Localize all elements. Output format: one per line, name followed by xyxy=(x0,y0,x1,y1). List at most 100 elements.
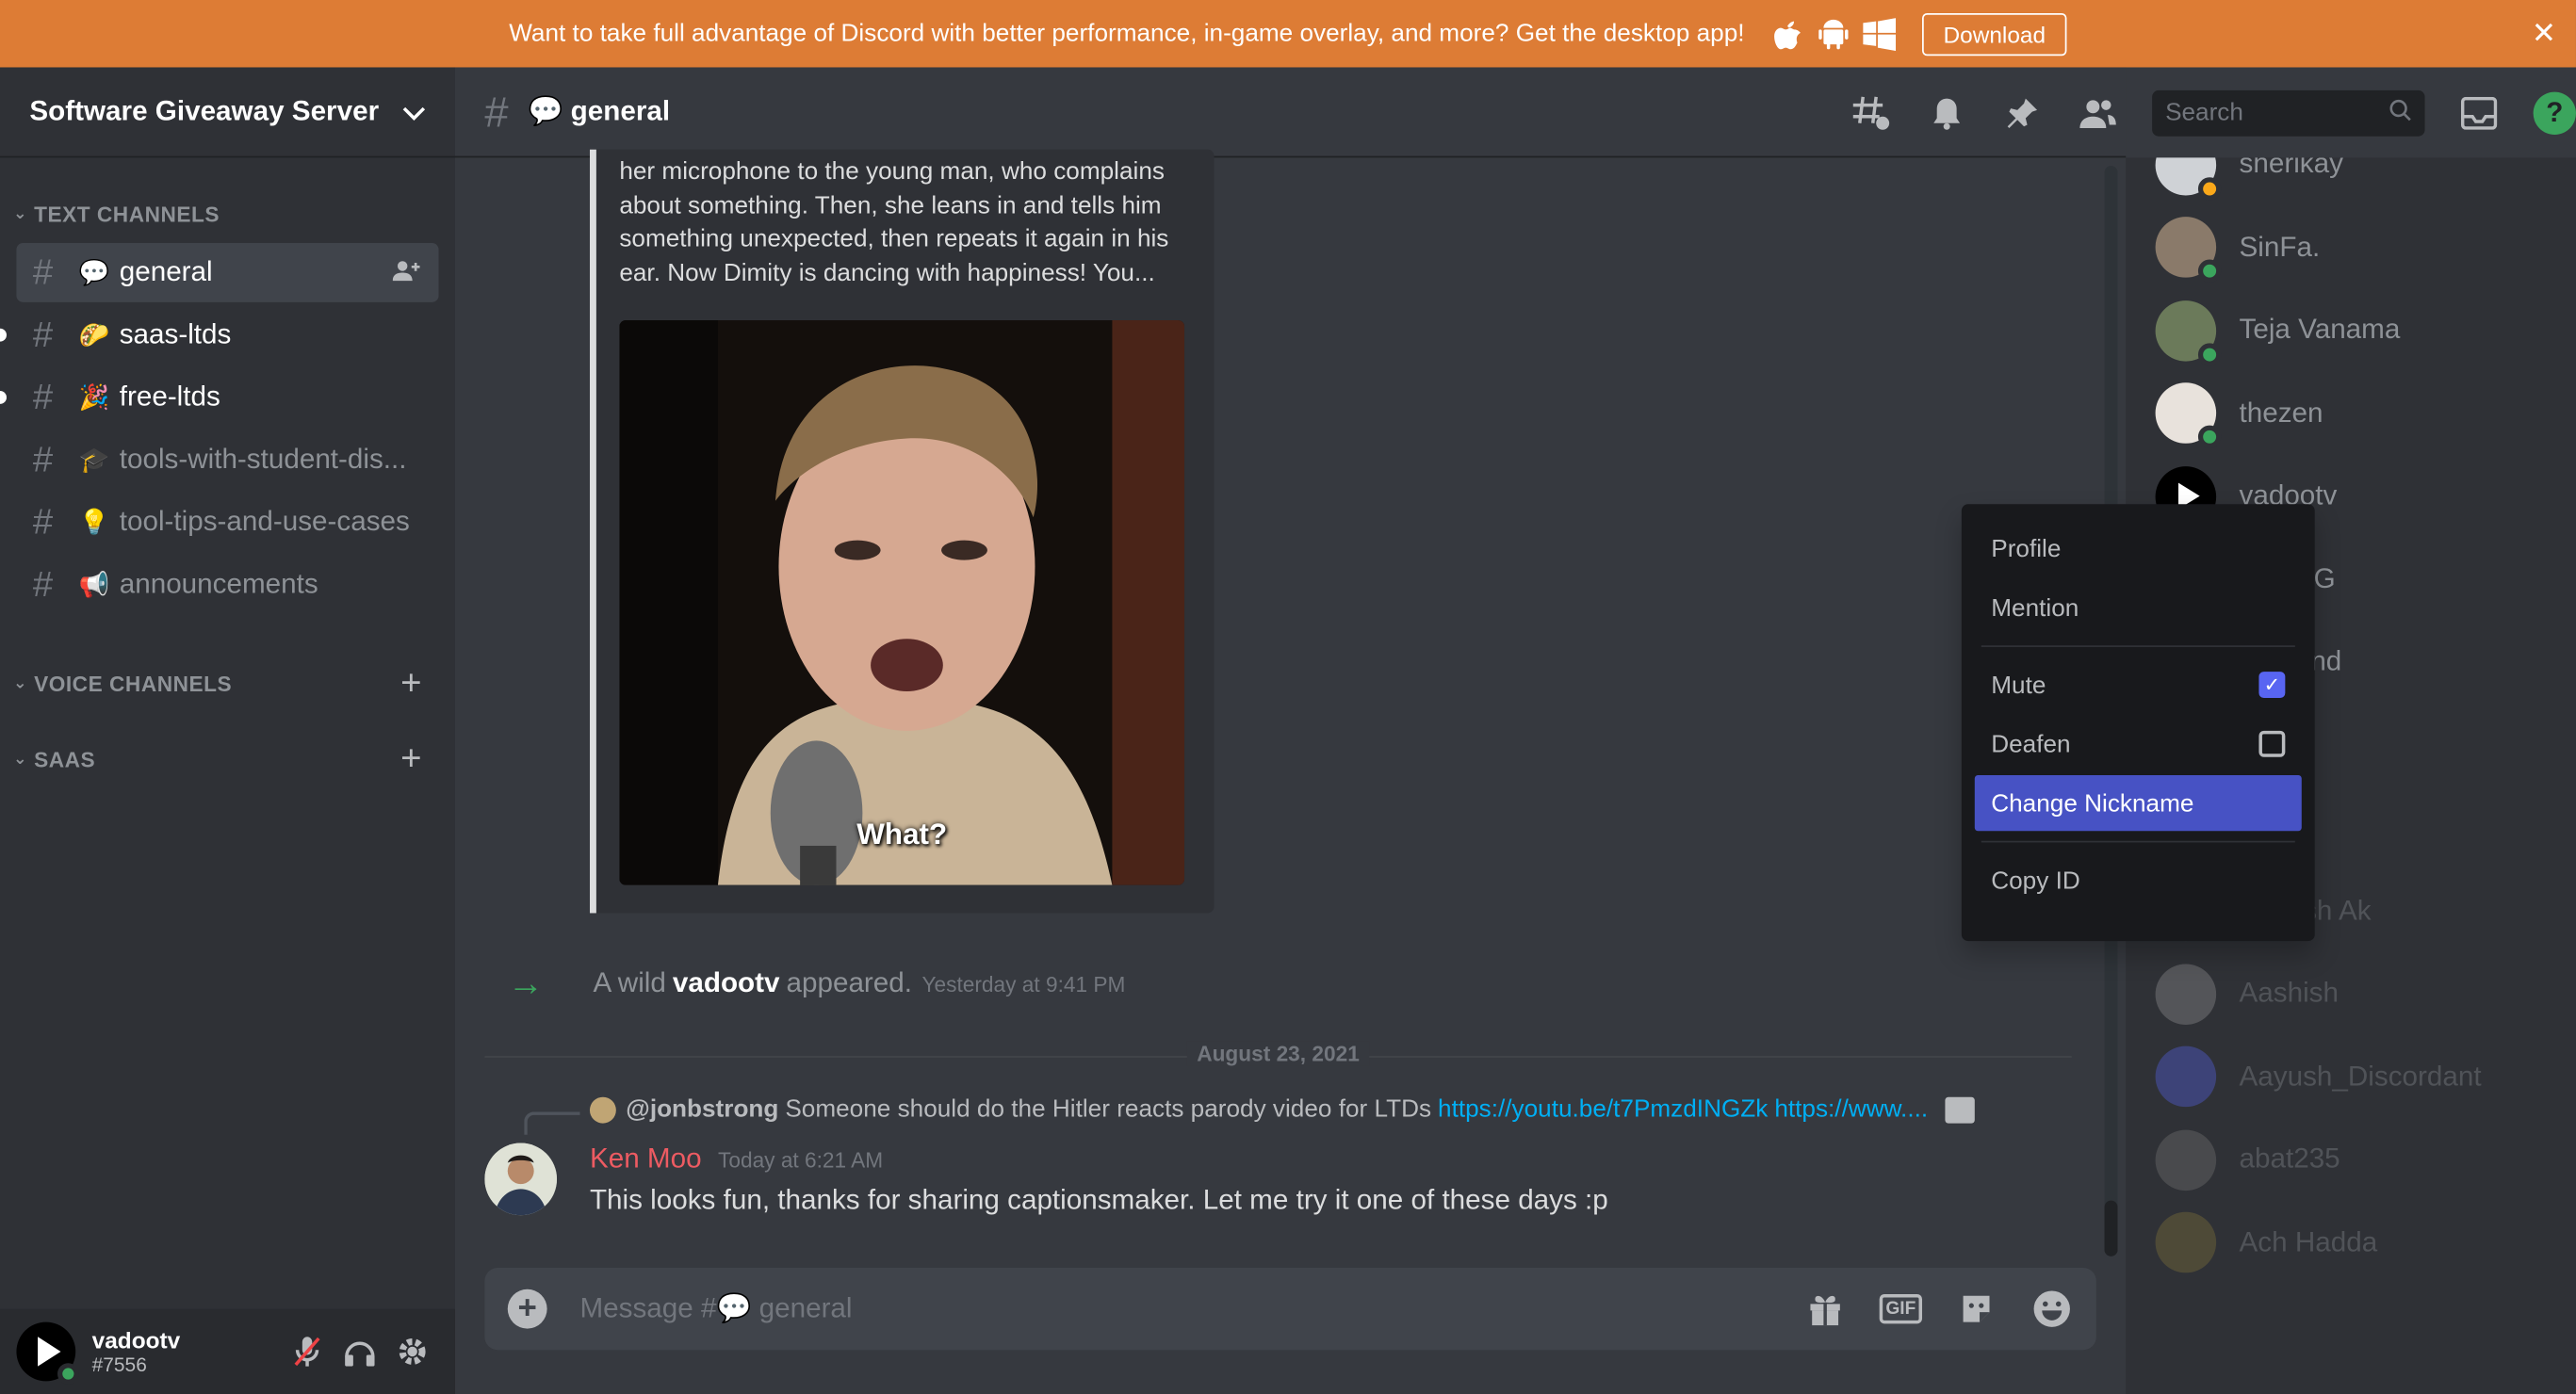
channel-emoji: 💡 xyxy=(78,509,110,538)
mute-checkbox[interactable]: ✓ xyxy=(2258,672,2286,699)
menu-item-label: Profile xyxy=(1991,534,2062,563)
android-icon[interactable] xyxy=(1817,17,1850,50)
member-item[interactable]: abat235 xyxy=(2155,1127,2340,1192)
bell-icon[interactable] xyxy=(1925,91,1967,134)
members-icon[interactable] xyxy=(2077,91,2119,134)
avatar[interactable] xyxy=(16,1321,79,1385)
add-channel-icon[interactable]: + xyxy=(400,739,422,776)
add-channel-icon[interactable]: + xyxy=(400,664,422,701)
channel-general[interactable]: # 💬 general xyxy=(16,243,439,302)
channel-free-ltds[interactable]: # 🎉 free-ltds xyxy=(0,368,438,428)
channel-saas-ltds[interactable]: # 🌮 saas-ltds xyxy=(0,305,438,365)
video-caption: What? xyxy=(856,818,948,851)
message-input[interactable]: Message #💬 general xyxy=(579,1292,1770,1325)
category-saas[interactable]: ⌄ SAAS + xyxy=(0,739,455,776)
menu-item-profile[interactable]: Profile xyxy=(1975,521,2302,576)
gif-button[interactable]: GIF xyxy=(1879,1293,1923,1324)
avatar xyxy=(2155,300,2222,365)
hash-icon: # xyxy=(32,251,54,293)
gif-label: GIF xyxy=(1879,1293,1923,1324)
member-name: Teja Vanama xyxy=(2239,314,2401,346)
reply-username[interactable]: @jonbstrong xyxy=(626,1095,778,1124)
channel-label: free-ltds xyxy=(119,381,220,413)
channel-label: tool-tips-and-use-cases xyxy=(119,506,410,538)
system-username[interactable]: vadootv xyxy=(673,967,780,1000)
member-context-menu: Profile Mention Mute ✓ Deafen Change Nic… xyxy=(1961,504,2315,942)
gear-icon[interactable] xyxy=(386,1325,439,1378)
help-icon[interactable]: ? xyxy=(2533,90,2576,135)
user-panel: vadootv #7556 xyxy=(0,1308,455,1394)
category-label: TEXT CHANNELS xyxy=(34,201,220,226)
status-online-indicator xyxy=(57,1363,79,1385)
chevron-down-icon xyxy=(402,94,426,129)
add-attachment-button[interactable]: + xyxy=(507,1289,547,1329)
server-header[interactable]: Software Giveaway Server xyxy=(0,67,455,158)
hash-icon: # xyxy=(484,86,509,136)
member-item[interactable]: Ach Hadda xyxy=(2155,1209,2377,1275)
menu-item-label: Deafen xyxy=(1991,730,2071,758)
menu-item-copy-id[interactable]: Copy ID xyxy=(1975,852,2302,908)
member-item[interactable]: thezen xyxy=(2155,381,2323,449)
emoji-icon[interactable] xyxy=(2030,1289,2073,1329)
search-input[interactable]: Search xyxy=(2152,89,2425,136)
menu-item-change-nickname[interactable]: Change Nickname xyxy=(1974,774,2302,832)
unread-indicator xyxy=(0,390,7,404)
add-member-icon[interactable] xyxy=(392,259,422,287)
mute-microphone-icon[interactable] xyxy=(281,1325,334,1378)
apple-icon[interactable] xyxy=(1770,17,1803,50)
channel-label: announcements xyxy=(119,568,318,600)
sticker-icon[interactable] xyxy=(1955,1290,1997,1326)
avatar[interactable] xyxy=(484,1143,558,1216)
reply-text: Someone should do the Hitler reacts paro… xyxy=(785,1094,1432,1124)
channel-emoji: 💬 xyxy=(78,259,110,288)
reply-link[interactable]: https://youtu.be/t7PmzdINGZk xyxy=(1438,1095,1768,1124)
link-embed: her microphone to the young man, who com… xyxy=(589,149,1215,914)
member-item[interactable]: Aayush_Discordant xyxy=(2155,1044,2482,1110)
menu-item-mute[interactable]: Mute ✓ xyxy=(1975,656,2302,712)
status-indicator xyxy=(2197,342,2222,365)
member-name: thezen xyxy=(2239,397,2323,429)
server-name: Software Giveaway Server xyxy=(29,95,380,127)
headphones-icon[interactable] xyxy=(334,1325,386,1378)
message-composer[interactable]: + Message #💬 general GIF xyxy=(484,1268,2096,1351)
chevron-down-icon: ⌄ xyxy=(12,204,28,223)
avatar xyxy=(2155,217,2222,283)
hash-icon: # xyxy=(32,376,54,417)
pin-icon[interactable] xyxy=(2001,91,2044,134)
hash-icon: # xyxy=(32,563,54,605)
chevron-down-icon: ⌄ xyxy=(12,749,28,769)
threads-icon[interactable] xyxy=(1850,91,1892,134)
username: vadootv xyxy=(91,1326,181,1353)
menu-item-deafen[interactable]: Deafen xyxy=(1975,716,2302,771)
member-item[interactable]: Aashish xyxy=(2155,961,2339,1027)
member-item[interactable]: SinFa. xyxy=(2155,215,2320,283)
avatar xyxy=(2155,963,2217,1025)
channel-tools-with-student-discounts[interactable]: # 🎓 tools-with-student-dis... xyxy=(16,430,438,490)
channel-title: 💬 general xyxy=(528,95,671,127)
gift-icon[interactable] xyxy=(1803,1290,1846,1326)
menu-item-mention[interactable]: Mention xyxy=(1975,579,2302,635)
reply-reference[interactable]: @jonbstrong Someone should do the Hitler… xyxy=(589,1094,1974,1124)
channel-label: tools-with-student-dis... xyxy=(119,443,407,475)
close-icon[interactable]: ✕ xyxy=(2532,16,2556,51)
windows-icon[interactable] xyxy=(1863,17,1896,51)
inbox-icon[interactable] xyxy=(2457,91,2500,134)
deafen-checkbox[interactable] xyxy=(2258,730,2286,757)
category-voice-channels[interactable]: ⌄ VOICE CHANNELS + xyxy=(0,664,455,701)
member-name: abat235 xyxy=(2239,1143,2340,1175)
video-frame-image xyxy=(619,320,1185,885)
member-item[interactable]: sherikay xyxy=(2155,157,2343,200)
channel-emoji: 🎓 xyxy=(78,446,110,475)
channel-announcements[interactable]: # 📢 announcements xyxy=(16,555,438,614)
reply-link[interactable]: https://www.... xyxy=(1774,1095,1928,1124)
date-divider-label: August 23, 2021 xyxy=(1186,1041,1370,1066)
message-author[interactable]: Ken Moo xyxy=(590,1143,702,1176)
avatar xyxy=(2155,382,2222,449)
scrollbar-thumb[interactable] xyxy=(2104,1200,2118,1256)
embed-video-thumbnail[interactable]: What? xyxy=(619,320,1185,885)
category-text-channels[interactable]: ⌄ TEXT CHANNELS xyxy=(0,197,455,230)
image-icon xyxy=(1944,1095,1974,1123)
member-item[interactable]: Teja Vanama xyxy=(2155,298,2401,365)
channel-tool-tips[interactable]: # 💡 tool-tips-and-use-cases xyxy=(16,493,438,552)
download-button[interactable]: Download xyxy=(1921,12,2067,56)
